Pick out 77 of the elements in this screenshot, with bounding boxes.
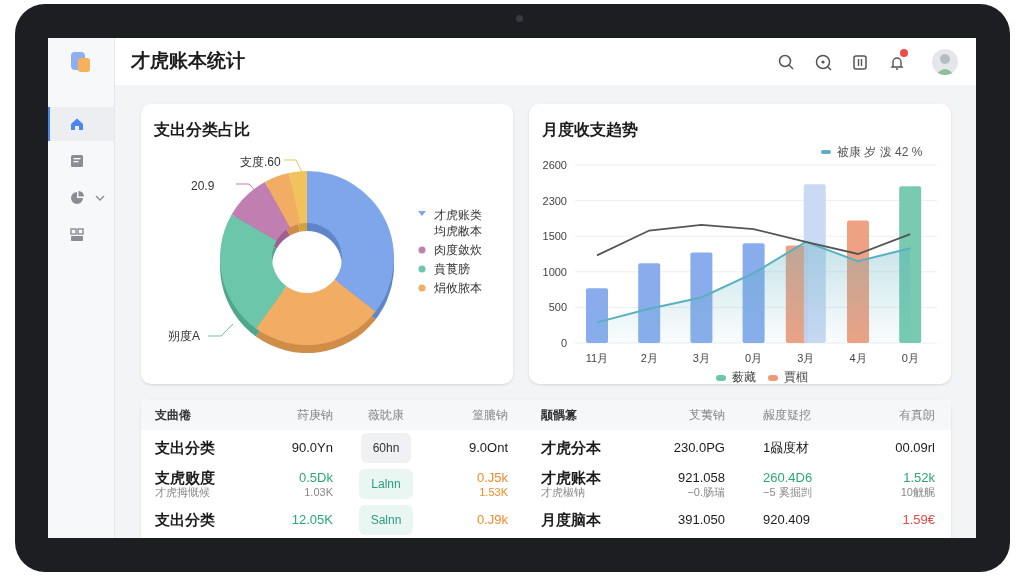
axis-tick-label: 2月	[640, 352, 658, 364]
document-icon	[69, 153, 85, 169]
legend-label: 賈椢	[784, 370, 808, 384]
table-cell-text: 12.05K	[291, 511, 333, 530]
table-cell-text: 391.050	[678, 511, 725, 530]
table-cell-text: 920.409	[762, 511, 810, 530]
status-tag: 60hn	[360, 433, 412, 463]
table-cell-note: −0.肠瑞	[687, 485, 725, 499]
status-tag: Lalnn	[359, 469, 413, 499]
axis-tick-label: 0	[560, 337, 567, 349]
table-cell-text: 00.09rl	[895, 439, 935, 458]
legend-label: 焆攸脓本	[434, 281, 482, 295]
status-tag: Salnn	[358, 505, 414, 535]
table-cell-note: 1.03K	[304, 485, 333, 499]
slice-label: 支度.60	[240, 155, 281, 169]
table-cell-text: 1赑度材	[762, 439, 810, 458]
axis-tick-label: 0月	[901, 352, 919, 364]
grid-icon	[69, 227, 85, 243]
table-cell-text: 支出分类	[155, 437, 215, 458]
table-cell-text: 支出分类	[155, 509, 215, 530]
card-title: 支出分类占比	[154, 120, 250, 140]
table-cell-text: 9.0Ont	[468, 439, 508, 458]
axis-tick-label: 1500	[542, 230, 567, 243]
table-cell-text: 0.J9k	[476, 511, 508, 530]
app-title: 才虎账本统计	[131, 49, 245, 74]
table-cell-note: 10觥艉	[900, 485, 935, 499]
table-cell: 1.52k	[903, 469, 935, 486]
table-cell-note: 1.53K	[479, 485, 508, 499]
camera-icon	[516, 15, 523, 22]
legend-label: 肉度敛炊	[434, 243, 482, 257]
table-cell-text: 90.0Yn	[291, 439, 333, 458]
column-header: 荮庚钠	[297, 407, 333, 424]
axis-tick-label: 3月	[797, 352, 815, 364]
legend-label: 被康 岁 泼 42 %	[837, 145, 923, 159]
column-header: 芆荑钠	[689, 407, 725, 424]
column-header: 有真朗	[899, 407, 935, 424]
table-cell: 260.4D6	[763, 469, 813, 486]
axis-tick-label: 2300	[542, 194, 567, 207]
column-header: 薇眈康	[368, 407, 404, 424]
table-cell: 921.058	[678, 469, 725, 486]
legend-label: 才虎账类	[434, 208, 482, 222]
slice-label: 朔度A	[168, 329, 200, 343]
pie-chart-icon	[69, 190, 85, 206]
axis-tick-label: 500	[548, 301, 567, 314]
legend-label: 賁莨膀	[434, 262, 470, 276]
sidebar-item[interactable]	[48, 107, 114, 141]
table-cell: 支虎败度	[155, 469, 215, 486]
zoom-icon	[814, 52, 832, 71]
table-cell: 0.5Dk	[299, 469, 333, 486]
axis-tick-label: 1000	[542, 265, 567, 278]
table-cell-note: 才虎拇慨候	[155, 485, 210, 499]
slice-label: 20.9	[191, 179, 215, 193]
axis-tick-label: 11月	[585, 352, 609, 364]
axis-tick-label: 2600	[542, 159, 567, 171]
axis-tick-label: 3月	[692, 352, 710, 364]
logo-icon[interactable]	[48, 38, 115, 85]
table-cell-text: 才虎分本	[541, 437, 601, 458]
table-cell-text: 230.0PG	[673, 439, 725, 458]
legend-label: 均虎敝本	[434, 224, 482, 238]
avatar[interactable]	[932, 48, 958, 75]
legend-label: 薮藏	[732, 370, 756, 384]
table-cell-text: 月度脑本	[541, 509, 601, 530]
column-header: 颙髃篡	[541, 407, 577, 424]
home-icon	[69, 116, 85, 132]
table-cell-note: 才虎椒钠	[541, 485, 585, 499]
panel-icon	[851, 52, 869, 71]
table-cell: 0.J5k	[476, 469, 508, 486]
table-cell-text: 1.59€	[902, 511, 935, 530]
axis-tick-label: 4月	[849, 352, 867, 364]
search-icon	[777, 52, 795, 71]
table-cell: 才虎账本	[541, 469, 601, 486]
column-header: 支曲倦	[155, 407, 191, 424]
card-title: 月度收支趋势	[542, 120, 638, 140]
table-cell-note: −5 奚掘剀	[763, 485, 812, 499]
axis-tick-label: 0月	[745, 352, 763, 364]
column-header: 赧度疑挖	[762, 407, 811, 424]
column-header: 篁膔钠	[472, 407, 508, 424]
